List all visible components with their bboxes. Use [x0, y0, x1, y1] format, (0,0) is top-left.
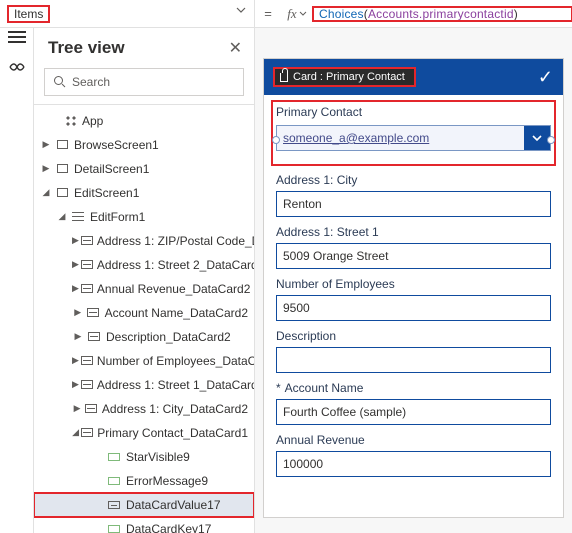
app-icon [65, 115, 76, 126]
tree-node-detail[interactable]: ▶ DetailScreen1 [34, 157, 254, 181]
chevron-right-icon[interactable]: ▶ [40, 163, 52, 174]
tree-node-datacardkey[interactable]: DataCardKey17 [34, 517, 254, 533]
tree-node-app[interactable]: App [34, 109, 254, 133]
field-label: *Account Name [276, 381, 551, 395]
equals-label: = [255, 6, 281, 21]
chevron-right-icon[interactable]: ▶ [72, 355, 79, 366]
street1-input[interactable] [276, 243, 551, 269]
chevron-right-icon[interactable]: ▶ [72, 235, 79, 246]
card-icon [81, 428, 93, 437]
tree-node-card[interactable]: ▶Account Name_DataCard2 [34, 301, 254, 325]
card-tag: Card : Primary Contact [274, 68, 415, 86]
employees-input[interactable] [276, 295, 551, 321]
field-label: Number of Employees [276, 277, 551, 291]
tree-node-edit[interactable]: ◢ EditScreen1 [34, 181, 254, 205]
card-icon [81, 356, 93, 365]
tree-node-card[interactable]: ▶Number of Employees_DataCard2 [34, 349, 254, 373]
primary-contact-combobox[interactable]: someone_a@example.com [276, 123, 551, 157]
tree-node-card[interactable]: ▶Description_DataCard2 [34, 325, 254, 349]
card-icon [88, 332, 100, 341]
chevron-right-icon[interactable]: ▶ [72, 307, 83, 318]
revenue-card[interactable]: Annual Revenue [276, 433, 551, 477]
chevron-right-icon[interactable]: ▶ [72, 403, 82, 414]
card-icon [81, 260, 93, 269]
chevron-right-icon[interactable]: ▶ [72, 331, 84, 342]
hamburger-icon[interactable] [8, 36, 26, 38]
field-label: Address 1: City [276, 173, 551, 187]
tree-node-starvisible[interactable]: StarVisible9 [34, 445, 254, 469]
revenue-input[interactable] [276, 451, 551, 477]
tree-node-card[interactable]: ▶Annual Revenue_DataCard2 [34, 277, 254, 301]
employees-card[interactable]: Number of Employees [276, 277, 551, 321]
tree-node-card[interactable]: ▶Address 1: ZIP/Postal Code_DataCard2 [34, 229, 254, 253]
tree-node-browse[interactable]: ▶ BrowseScreen1 [34, 133, 254, 157]
tree-node-form[interactable]: ◢ EditForm1 [34, 205, 254, 229]
screen-icon [57, 164, 68, 173]
tree-body: App ▶ BrowseScreen1 ▶ DetailScreen1 ◢ Ed… [34, 109, 254, 533]
canvas: Card : Primary Contact ✓ Primary Contact… [255, 28, 572, 533]
combobox-value[interactable]: someone_a@example.com [277, 126, 524, 150]
submit-check-icon[interactable]: ✓ [538, 67, 553, 88]
close-icon[interactable]: ✕ [229, 38, 242, 58]
tree-view-title: Tree view [48, 38, 125, 58]
chevron-right-icon[interactable]: ▶ [72, 379, 79, 390]
formula-bar: Items = fx Choices(Accounts.primaryconta… [0, 0, 572, 28]
chevron-right-icon[interactable]: ▶ [40, 139, 52, 150]
control-icon [108, 477, 120, 485]
description-input[interactable] [276, 347, 551, 373]
field-label: Annual Revenue [276, 433, 551, 447]
field-label: Description [276, 329, 551, 343]
tree-node-card[interactable]: ▶Address 1: Street 2_DataCard2 [34, 253, 254, 277]
chevron-down-icon[interactable]: ◢ [72, 427, 79, 438]
input-icon [108, 501, 120, 509]
tree-node-card[interactable]: ▶Address 1: Street 1_DataCard2 [34, 373, 254, 397]
control-icon [108, 525, 120, 533]
tree-node-datacardvalue[interactable]: DataCardValue17 [34, 493, 254, 517]
primary-contact-card[interactable]: Primary Contact someone_a@example.com [272, 101, 555, 165]
city-input[interactable] [276, 191, 551, 217]
card-icon [81, 380, 93, 389]
formula-input[interactable]: Choices(Accounts.primarycontactid) [313, 7, 572, 21]
chevron-down-icon [236, 7, 246, 13]
city-card[interactable]: Address 1: City [276, 173, 551, 217]
description-card[interactable]: Description [276, 329, 551, 373]
account-card[interactable]: *Account Name [276, 381, 551, 425]
control-icon [108, 453, 120, 461]
field-label: Address 1: Street 1 [276, 225, 551, 239]
tree-node-primary-contact-card[interactable]: ◢Primary Contact_DataCard1 [34, 421, 254, 445]
left-rail [0, 28, 34, 533]
tree-view-panel: Tree view ✕ Search App ▶ BrowseScreen1 ▶… [34, 28, 255, 533]
account-input[interactable] [276, 399, 551, 425]
screen-icon [57, 188, 68, 197]
tree-view-rail-button[interactable] [2, 52, 32, 82]
card-icon [87, 308, 99, 317]
phone-header: Card : Primary Contact ✓ [264, 59, 563, 95]
card-icon [81, 284, 93, 293]
chevron-down-icon[interactable]: ◢ [56, 211, 68, 222]
form-icon [72, 212, 84, 222]
chevron-right-icon[interactable]: ▶ [72, 283, 79, 294]
chevron-down-icon[interactable] [524, 126, 550, 150]
fx-icon[interactable]: fx [281, 6, 313, 22]
search-input[interactable]: Search [44, 68, 244, 96]
lock-icon [280, 73, 288, 82]
field-label: Primary Contact [276, 105, 551, 119]
street1-card[interactable]: Address 1: Street 1 [276, 225, 551, 269]
search-icon [53, 75, 66, 88]
tree-node-errormessage[interactable]: ErrorMessage9 [34, 469, 254, 493]
chevron-right-icon[interactable]: ▶ [72, 259, 79, 270]
card-icon [81, 236, 93, 245]
screen-icon [57, 140, 68, 149]
property-dropdown[interactable]: Items [0, 0, 255, 28]
property-name: Items [8, 6, 49, 22]
phone-preview: Card : Primary Contact ✓ Primary Contact… [263, 58, 564, 518]
card-icon [85, 404, 97, 413]
tree-node-card[interactable]: ▶Address 1: City_DataCard2 [34, 397, 254, 421]
chevron-down-icon[interactable]: ◢ [40, 187, 52, 198]
